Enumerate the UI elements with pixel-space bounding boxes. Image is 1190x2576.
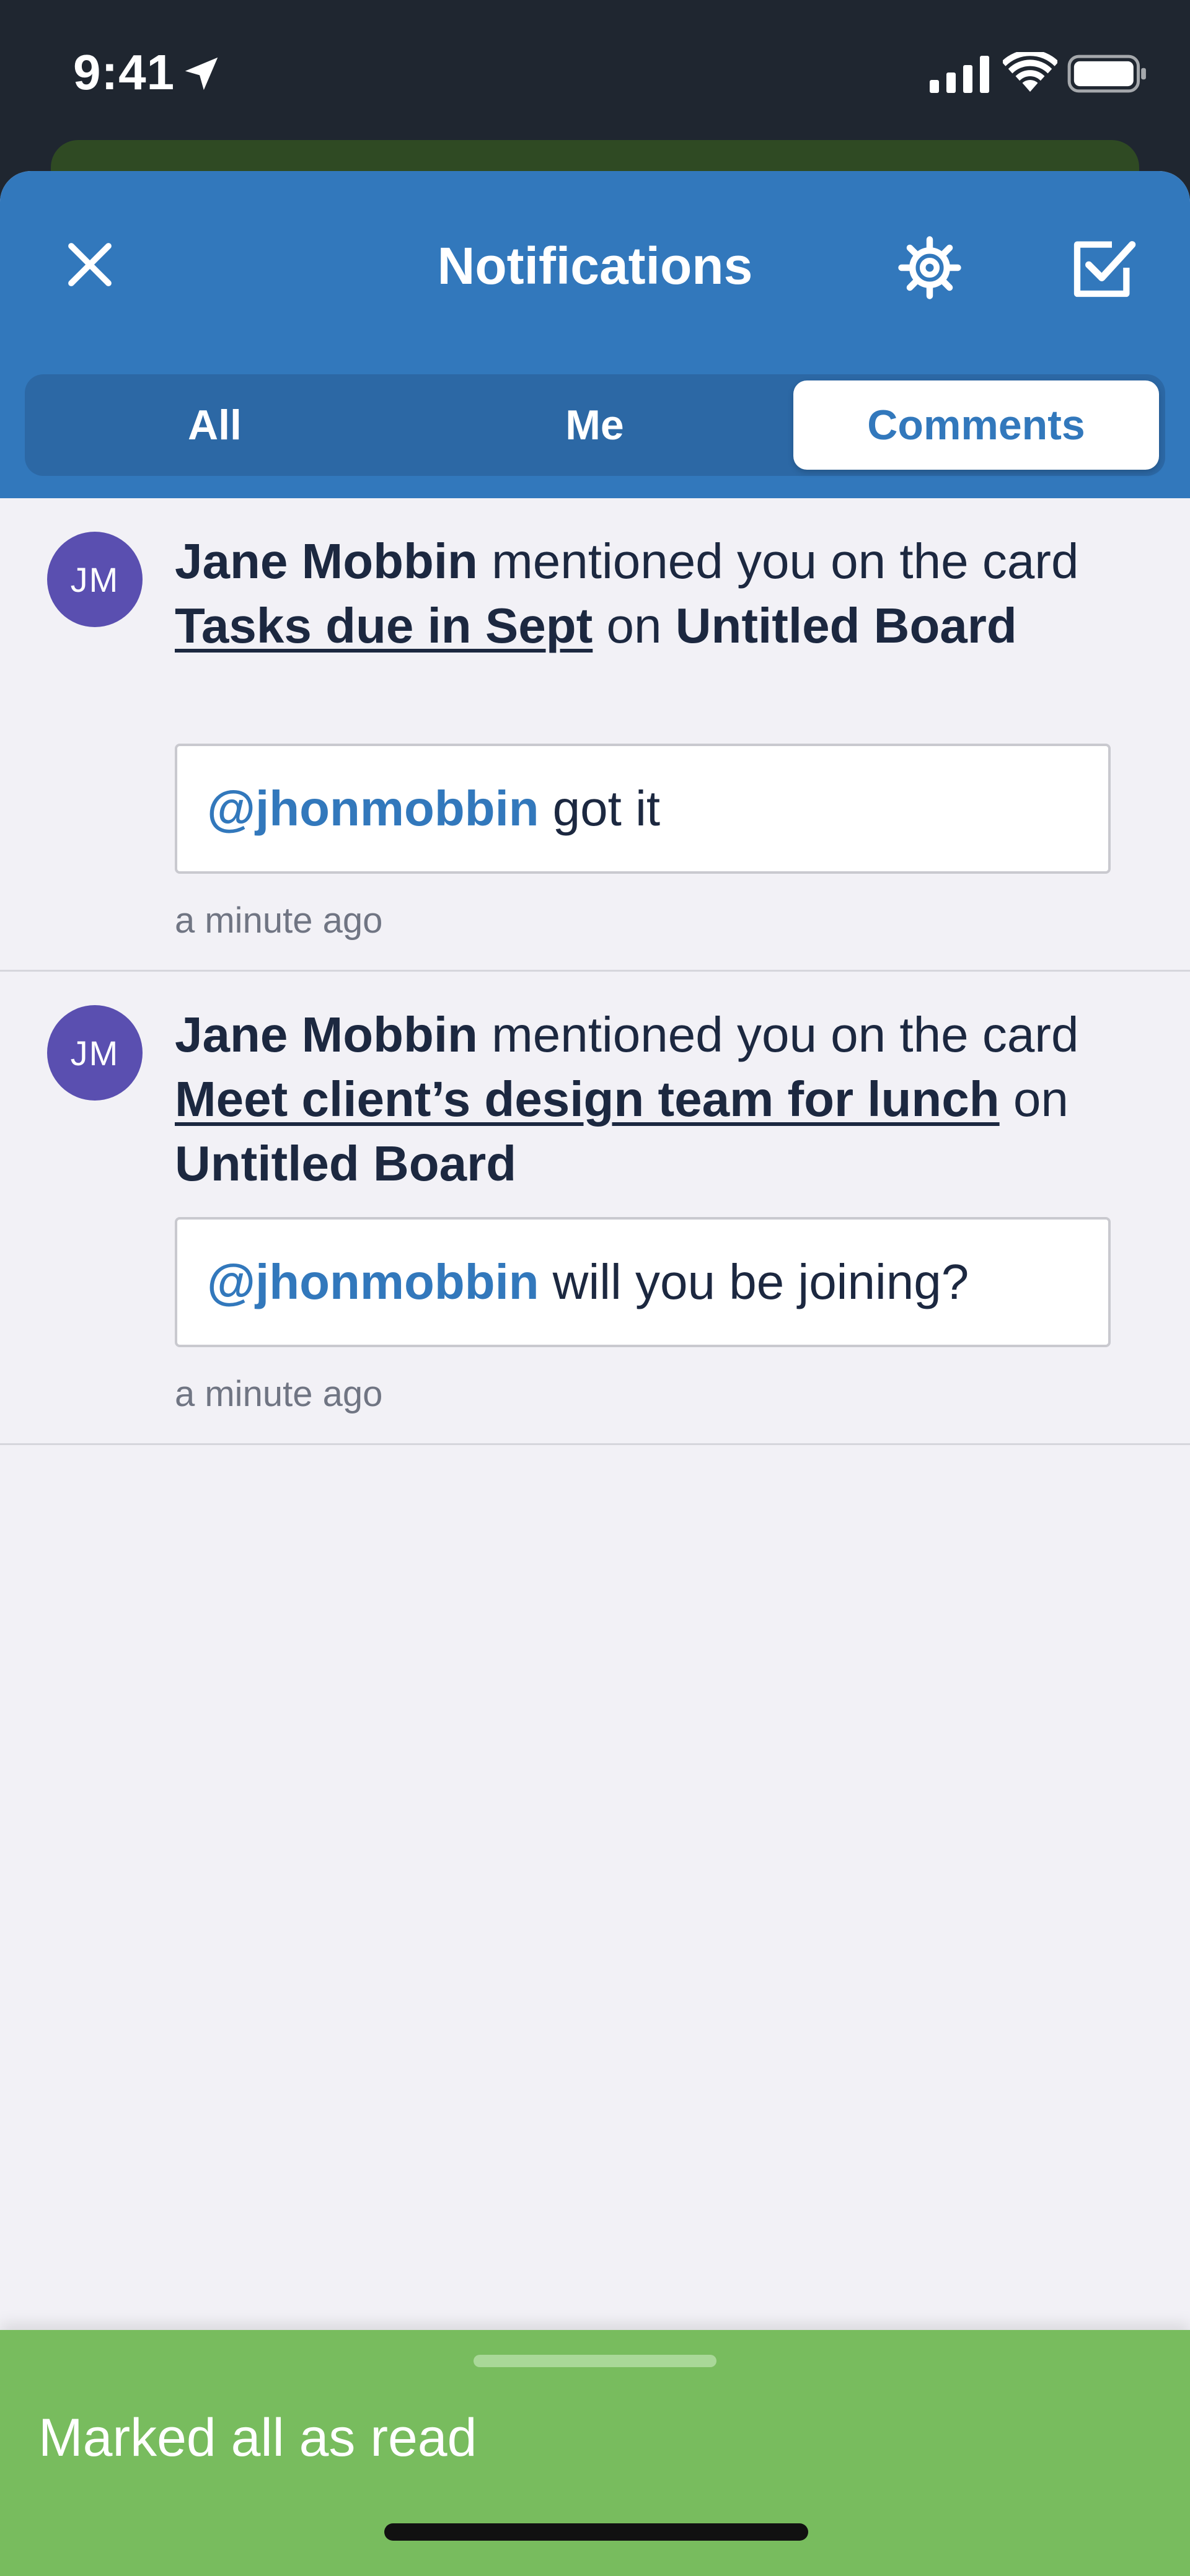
card-link[interactable]: Meet client’s design team for lunch xyxy=(175,1071,1000,1127)
home-indicator[interactable] xyxy=(384,2523,808,2541)
notification-text: Jane Mobbin mentioned you on the card Me… xyxy=(175,1003,1142,1196)
avatar: JM xyxy=(47,1005,143,1101)
tab-all[interactable]: All xyxy=(25,374,405,476)
location-arrow-icon xyxy=(185,57,218,90)
notification-connector: on xyxy=(593,598,676,653)
tab-comments[interactable]: Comments xyxy=(793,380,1159,470)
board-name[interactable]: Untitled Board xyxy=(676,598,1017,653)
comment-text: will you be joining? xyxy=(552,1254,969,1309)
notification-time: a minute ago xyxy=(175,900,383,941)
close-icon xyxy=(68,243,112,286)
checkbox-check-icon xyxy=(1073,241,1136,297)
status-time: 9:41 xyxy=(73,45,175,100)
board-name[interactable]: Untitled Board xyxy=(175,1136,516,1191)
comment-mention: @jhonmobbin xyxy=(207,781,539,836)
settings-button[interactable] xyxy=(880,218,979,317)
drag-handle[interactable] xyxy=(474,2355,716,2367)
comment-preview[interactable]: @jhonmobbin got it xyxy=(175,744,1111,874)
notification-text: Jane Mobbin mentioned you on the card Ta… xyxy=(175,529,1142,658)
battery-icon xyxy=(1067,55,1146,93)
notification-time: a minute ago xyxy=(175,1374,383,1414)
app-screen: 9:41 Notifications All Me Comments JM Ja… xyxy=(0,0,1190,2576)
notifications-sheet: Notifications All Me Comments JM Jane Mo… xyxy=(0,171,1190,2576)
comment-text: got it xyxy=(552,781,661,836)
comment-preview[interactable]: @jhonmobbin will you be joining? xyxy=(175,1217,1111,1347)
gear-icon xyxy=(898,236,961,299)
notification-action: mentioned you on the card xyxy=(477,1007,1079,1062)
cellular-signal-icon xyxy=(930,56,989,93)
tab-me[interactable]: Me xyxy=(405,374,785,476)
toast-message: Marked all as read xyxy=(38,2408,477,2468)
list-item[interactable]: JM Jane Mobbin mentioned you on the card… xyxy=(0,498,1190,972)
avatar: JM xyxy=(47,532,143,627)
user-name: Jane Mobbin xyxy=(175,1007,478,1062)
notification-connector: on xyxy=(999,1071,1069,1127)
wifi-icon xyxy=(1003,52,1057,92)
status-bar: 9:41 xyxy=(0,0,1190,143)
toast-snackbar[interactable]: Marked all as read xyxy=(0,2330,1190,2576)
mark-all-read-button[interactable] xyxy=(1054,218,1153,317)
page-title: Notifications xyxy=(437,237,753,295)
segmented-tabs: All Me Comments xyxy=(25,374,1165,476)
user-name: Jane Mobbin xyxy=(175,534,478,589)
sheet-header: Notifications All Me Comments xyxy=(0,171,1190,498)
notification-action: mentioned you on the card xyxy=(477,534,1079,589)
list-item[interactable]: JM Jane Mobbin mentioned you on the card… xyxy=(0,972,1190,1445)
close-button[interactable] xyxy=(43,218,136,311)
card-link[interactable]: Tasks due in Sept xyxy=(175,598,593,653)
comment-mention: @jhonmobbin xyxy=(207,1254,539,1309)
